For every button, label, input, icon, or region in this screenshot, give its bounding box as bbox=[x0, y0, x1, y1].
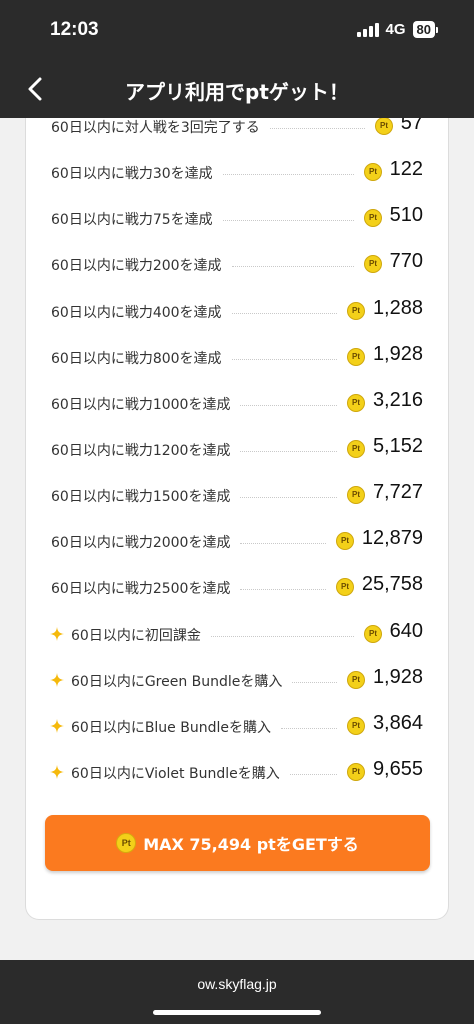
sparkle-icon bbox=[50, 764, 64, 779]
coin-icon: Pt bbox=[336, 578, 354, 597]
task-row[interactable]: 60日以内に戦力2500を達成 Pt 25,758 bbox=[26, 572, 450, 602]
task-row[interactable]: 60日以内にGreen Bundleを購入 Pt 1,928 bbox=[26, 665, 450, 695]
task-points: 510 bbox=[389, 204, 423, 227]
task-row[interactable]: 60日以内に戦力400を達成 Pt 1,288 bbox=[26, 296, 450, 326]
status-indicators: 4G 80 bbox=[356, 21, 438, 38]
leader-dots bbox=[232, 266, 354, 268]
url-text[interactable]: ow.skyflag.jp bbox=[0, 976, 474, 992]
signal-icon bbox=[356, 22, 379, 37]
task-points: 640 bbox=[389, 619, 423, 642]
task-label: 60日以内に対人戦を3回完了する bbox=[51, 120, 260, 136]
coin-icon: Pt bbox=[347, 486, 365, 505]
leader-dots bbox=[292, 681, 337, 683]
task-row[interactable]: 60日以内に戦力1500を達成 Pt 7,727 bbox=[26, 480, 450, 510]
task-row[interactable]: 60日以内に戦力75を達成 Pt 510 bbox=[26, 203, 450, 233]
leader-dots bbox=[232, 358, 337, 360]
coin-icon: Pt bbox=[347, 301, 365, 320]
task-points: 12,879 bbox=[361, 527, 423, 550]
task-points: 9,655 bbox=[372, 757, 423, 780]
leader-dots bbox=[240, 450, 337, 452]
status-time: 12:03 bbox=[50, 19, 99, 40]
task-label: 60日以内にViolet Bundleを購入 bbox=[71, 765, 280, 782]
task-label: 60日以内に戦力1000を達成 bbox=[51, 396, 231, 413]
coin-icon: Pt bbox=[116, 833, 137, 853]
coin-icon: Pt bbox=[364, 255, 382, 274]
task-points: 3,216 bbox=[372, 388, 423, 411]
task-row[interactable]: 60日以内に戦力2000を達成 Pt 12,879 bbox=[26, 526, 450, 556]
task-row[interactable]: 60日以内に戦力1000を達成 Pt 3,216 bbox=[26, 388, 450, 418]
task-label: 60日以内にGreen Bundleを購入 bbox=[71, 673, 283, 690]
sparkle-icon bbox=[50, 718, 64, 733]
coin-icon: Pt bbox=[347, 393, 365, 412]
task-row[interactable]: 60日以内にViolet Bundleを購入 Pt 9,655 bbox=[26, 757, 450, 787]
page-title: アプリ利用でptゲット！ bbox=[125, 80, 349, 104]
task-row[interactable]: 60日以内に戦力800を達成 Pt 1,928 bbox=[26, 342, 450, 372]
coin-icon: Pt bbox=[364, 624, 382, 643]
task-label: 60日以内に戦力1500を達成 bbox=[51, 489, 231, 506]
coin-icon: Pt bbox=[347, 439, 365, 458]
coin-icon: Pt bbox=[347, 347, 365, 366]
nav-bar: アプリ利用でptゲット！ bbox=[0, 62, 474, 118]
task-label: 60日以内に戦力2000を達成 bbox=[51, 535, 231, 552]
leader-dots bbox=[290, 773, 337, 775]
task-row[interactable]: 60日以内に初回課金 Pt 640 bbox=[26, 619, 450, 649]
task-row[interactable]: 60日以内に戦力1200を達成 Pt 5,152 bbox=[26, 434, 450, 464]
leader-dots bbox=[270, 128, 365, 129]
leader-dots bbox=[232, 312, 337, 314]
get-points-label: MAX 75,494 ptをGETする bbox=[143, 835, 359, 854]
task-points: 1,288 bbox=[372, 296, 423, 319]
network-type: 4G bbox=[385, 21, 406, 38]
task-label: 60日以内にBlue Bundleを購入 bbox=[71, 719, 271, 736]
browser-bar: ow.skyflag.jp bbox=[0, 960, 474, 1024]
task-label: 60日以内に戦力30を達成 bbox=[51, 166, 213, 183]
task-points: 1,928 bbox=[372, 342, 423, 365]
leader-dots bbox=[240, 497, 337, 499]
task-card: 60日以内に対人戦を3回完了する Pt 57 60日以内に戦力30を達成 Pt 122 60… bbox=[25, 118, 449, 920]
task-row[interactable]: 60日以内に対人戦を3回完了する Pt 57 bbox=[26, 118, 450, 141]
task-points: 5,152 bbox=[372, 434, 423, 457]
get-points-button[interactable]: Pt MAX 75,494 ptをGETする bbox=[45, 815, 430, 871]
task-points: 122 bbox=[389, 158, 423, 181]
main-content[interactable]: 60日以内に対人戦を3回完了する Pt 57 60日以内に戦力30を達成 Pt 122 60… bbox=[0, 118, 474, 960]
task-label: 60日以内に戦力2500を達成 bbox=[51, 581, 231, 598]
sparkle-icon bbox=[50, 672, 64, 687]
task-points: 1,928 bbox=[372, 665, 423, 688]
task-label: 60日以内に戦力1200を達成 bbox=[51, 442, 231, 459]
leader-dots bbox=[211, 635, 354, 637]
leader-dots bbox=[223, 174, 354, 176]
task-label: 60日以内に戦力400を達成 bbox=[51, 304, 222, 321]
status-bar: 12:03 4G 80 bbox=[0, 0, 474, 62]
task-points: 7,727 bbox=[372, 481, 423, 504]
sparkle-icon bbox=[50, 626, 64, 641]
task-label: 60日以内に戦力200を達成 bbox=[51, 258, 222, 275]
task-row[interactable]: 60日以内に戦力30を達成 Pt 122 bbox=[26, 157, 450, 187]
task-row[interactable]: 60日以内にBlue Bundleを購入 Pt 3,864 bbox=[26, 711, 450, 741]
coin-icon: Pt bbox=[336, 532, 354, 551]
home-indicator[interactable] bbox=[153, 1010, 321, 1015]
leader-dots bbox=[240, 404, 337, 406]
coin-icon: Pt bbox=[364, 209, 382, 228]
leader-dots bbox=[240, 589, 326, 591]
leader-dots bbox=[240, 543, 326, 545]
task-row[interactable]: 60日以内に戦力200を達成 Pt 770 bbox=[26, 249, 450, 279]
leader-dots bbox=[281, 727, 337, 729]
task-label: 60日以内に初回課金 bbox=[71, 627, 201, 644]
battery-icon: 80 bbox=[412, 21, 438, 38]
task-label: 60日以内に戦力75を達成 bbox=[51, 212, 213, 229]
coin-icon: Pt bbox=[364, 163, 382, 182]
task-points: 3,864 bbox=[372, 711, 423, 734]
task-label: 60日以内に戦力800を達成 bbox=[51, 350, 222, 367]
coin-icon: Pt bbox=[347, 716, 365, 735]
task-points: 57 bbox=[400, 118, 423, 134]
leader-dots bbox=[223, 220, 354, 222]
coin-icon: Pt bbox=[347, 670, 365, 689]
task-points: 25,758 bbox=[361, 573, 423, 596]
coin-icon: Pt bbox=[347, 762, 365, 781]
battery-level: 80 bbox=[412, 21, 435, 38]
task-points: 770 bbox=[389, 250, 423, 273]
coin-icon: Pt bbox=[375, 118, 393, 135]
